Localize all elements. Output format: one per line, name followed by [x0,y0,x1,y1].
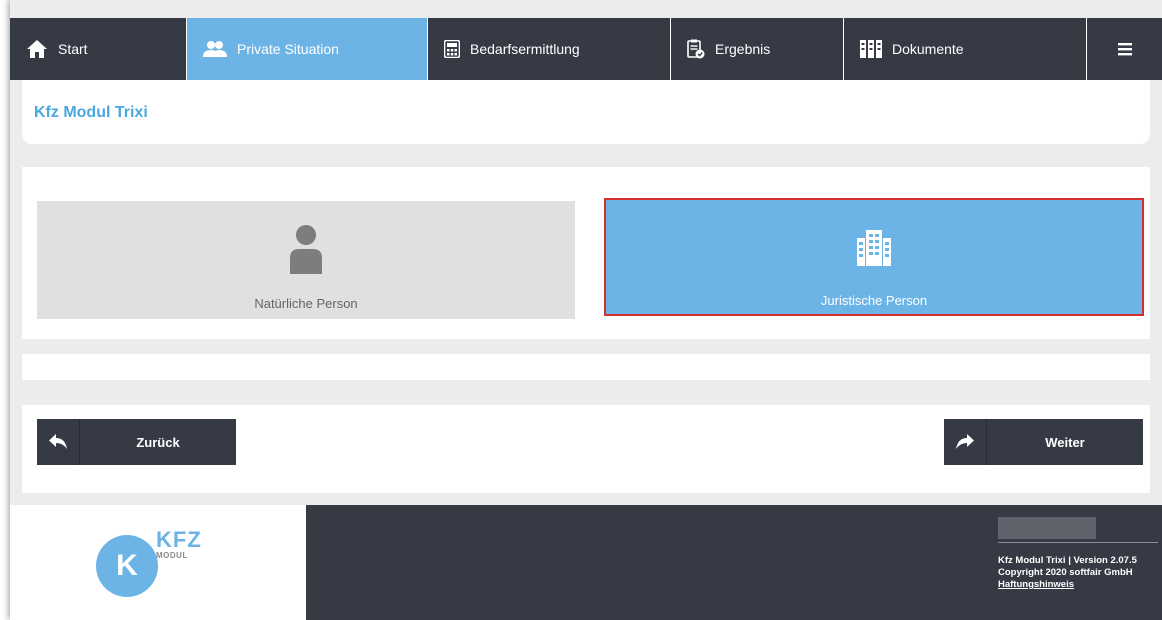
nav-item-label: Dokumente [892,41,964,57]
back-button[interactable]: Zurück [37,419,236,465]
person-icon [286,223,326,275]
page-header: Kfz Modul Trixi [22,80,1150,144]
calculator-icon [444,40,460,58]
home-icon [26,39,48,59]
nav-item-start[interactable]: Start [10,18,187,80]
nav-item-label: Bedarfsermittlung [470,41,580,57]
app-window: Start Private Situation Bedarfsermittlun… [10,0,1162,620]
top-nav: Start Private Situation Bedarfsermittlun… [10,18,1162,80]
footer-info: Kfz Modul Trixi | Version 2.07.5 Copyrig… [998,555,1137,591]
redacted-block [998,517,1096,539]
option-juristic-person[interactable]: Juristische Person [604,198,1144,316]
nav-item-label: Start [58,41,88,57]
people-icon [203,40,227,58]
footer-divider [998,542,1158,543]
page-title: Kfz Modul Trixi [34,104,148,121]
logo-letter: K [96,535,158,597]
next-button[interactable]: Weiter [944,419,1143,465]
reply-arrow-icon [37,419,80,465]
next-button-label: Weiter [1045,434,1085,450]
forward-arrow-icon [944,419,987,465]
option-label: Juristische Person [820,293,928,308]
binders-icon [860,40,882,58]
building-icon [857,222,891,274]
kfz-modul-logo: K KFZ MODUL [96,525,226,615]
footer-info-area: Kfz Modul Trixi | Version 2.07.5 Copyrig… [306,505,1162,620]
hamburger-menu-button[interactable] [1087,18,1162,80]
navigation-buttons-panel: Zurück Weiter [22,405,1150,493]
option-natural-person[interactable]: Natürliche Person [37,201,575,319]
nav-item-label: Private Situation [237,41,339,57]
option-label: Natürliche Person [254,296,358,311]
nav-item-bedarfsermittlung[interactable]: Bedarfsermittlung [428,18,671,80]
clipboard-check-icon [687,39,705,59]
nav-item-private-situation[interactable]: Private Situation [187,18,428,80]
back-button-label: Zurück [136,434,180,450]
nav-item-dokumente[interactable]: Dokumente [844,18,1087,80]
nav-item-ergebnis[interactable]: Ergebnis [671,18,844,80]
logo-subtitle: MODUL [156,551,188,560]
copyright-text: Copyright 2020 softfair GmbH [998,567,1133,578]
hamburger-menu-icon [1117,42,1132,56]
nav-item-label: Ergebnis [715,41,771,57]
person-type-panel: Natürliche Person Juristische Person [22,167,1150,339]
footer-logo-area: K KFZ MODUL [10,505,306,620]
spacer-strip [22,354,1150,380]
version-text: Kfz Modul Trixi | Version 2.07.5 [998,555,1137,566]
disclaimer-link[interactable]: Haftungshinweis [998,579,1137,591]
logo-brand: KFZ [156,527,202,552]
